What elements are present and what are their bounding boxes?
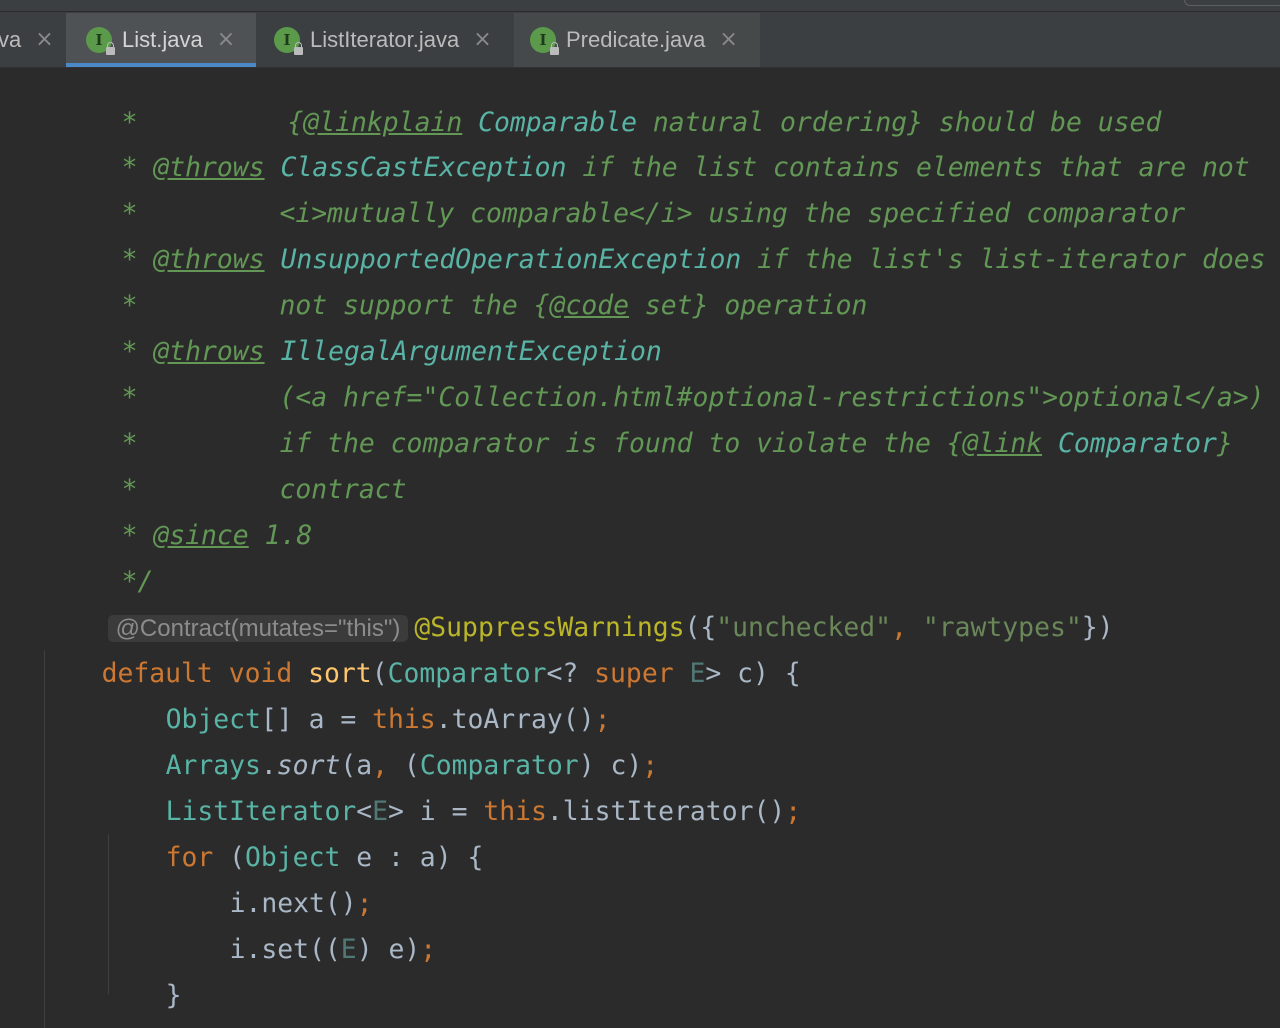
tab-label: List.java <box>122 27 203 52</box>
window-corner-frame <box>1184 0 1280 6</box>
tab-label: ListIterator.java <box>310 27 460 52</box>
interface-icon: I <box>86 27 115 55</box>
code-line: * @throws UnsupportedOperationException … <box>58 191 1266 275</box>
close-icon[interactable]: × <box>217 29 235 51</box>
closing-brace: } <box>165 980 182 1011</box>
interface-icon: I <box>274 27 303 55</box>
code-line: * (<a href="Collection.html#optional-rest… <box>58 329 1265 413</box>
code-text: }) <box>1081 612 1114 643</box>
code-line: */ <box>58 513 154 597</box>
close-icon[interactable]: × <box>719 29 737 51</box>
doc-text: set} operation <box>629 290 868 321</box>
tab-predicate-java[interactable]: I Predicate.java × <box>514 13 760 67</box>
code-text: ) e) <box>356 934 421 965</box>
type-parameter: E <box>689 658 706 689</box>
type-parameter: E <box>340 934 357 965</box>
code-line: } <box>38 973 118 1028</box>
code-line: default void sort(Comparator<? super E> … <box>38 605 801 689</box>
tab-partial-java[interactable]: va × <box>0 13 66 67</box>
code-line: * @throws IllegalArgumentException <box>58 283 662 367</box>
editor-tab-bar: va × I List.java × I ListIterator.java ×… <box>0 0 1280 68</box>
code-line: * not support the {@code set} operation <box>58 237 868 321</box>
doc-ref: Comparator <box>1058 428 1217 459</box>
tab-list-java[interactable]: I List.java × <box>66 13 256 67</box>
interface-icon: I <box>530 27 559 55</box>
tab-bar-top-strip <box>0 0 1280 12</box>
code-line: * if the comparator is found to violate t… <box>58 375 1233 459</box>
lock-icon <box>550 42 559 55</box>
code-line: * contract <box>58 421 407 505</box>
code-line: Object[] a = this.toArray(); <box>102 651 611 735</box>
doc-tag: @since <box>153 520 249 551</box>
code-line: * @since 1.8 <box>58 467 313 551</box>
semicolon: ; <box>785 796 802 827</box>
string-literal: "rawtypes" <box>922 612 1082 643</box>
close-icon[interactable]: × <box>35 29 53 51</box>
close-icon[interactable]: × <box>473 29 491 51</box>
code-line: for (Object e : a) { <box>102 789 484 873</box>
code-line: ListIterator<E> i = this.listIterator(); <box>102 743 802 827</box>
code-line: i.next(); <box>166 835 373 919</box>
lock-icon <box>106 42 115 55</box>
code-line: } <box>102 927 182 1011</box>
tab-listiterator-java[interactable]: I ListIterator.java × <box>256 13 492 67</box>
lock-icon <box>294 42 303 55</box>
tab-label: va <box>0 27 22 52</box>
code-text: i.set(( <box>229 934 341 965</box>
code-line: * @throws ClassCastException if the list… <box>58 99 1250 183</box>
code-text: , <box>891 612 923 643</box>
code-line: Arrays.sort(a, (Comparator) c); <box>102 697 659 781</box>
code-line: @Contract(mutates="this") @SuppressWarnin… <box>44 559 1114 643</box>
code-line: * <i>mutually comparable</i> using the sp… <box>58 145 1186 229</box>
code-text: > c) { <box>705 658 801 689</box>
code-editor[interactable]: * {@linkplain Comparable natural ordering… <box>0 68 1280 1028</box>
doc-text: 1.8 <box>248 520 313 551</box>
semicolon: ; <box>420 934 437 965</box>
doc-text: } <box>1216 428 1233 459</box>
code-text: .listIterator() <box>546 796 786 827</box>
tab-label: Predicate.java <box>566 27 706 52</box>
keyword: this <box>483 796 547 827</box>
code-line: * {@linkplain Comparable natural ordering… <box>58 68 1162 138</box>
code-line: i.set((E) e); <box>166 881 437 965</box>
doc-tag: @link <box>962 428 1043 459</box>
